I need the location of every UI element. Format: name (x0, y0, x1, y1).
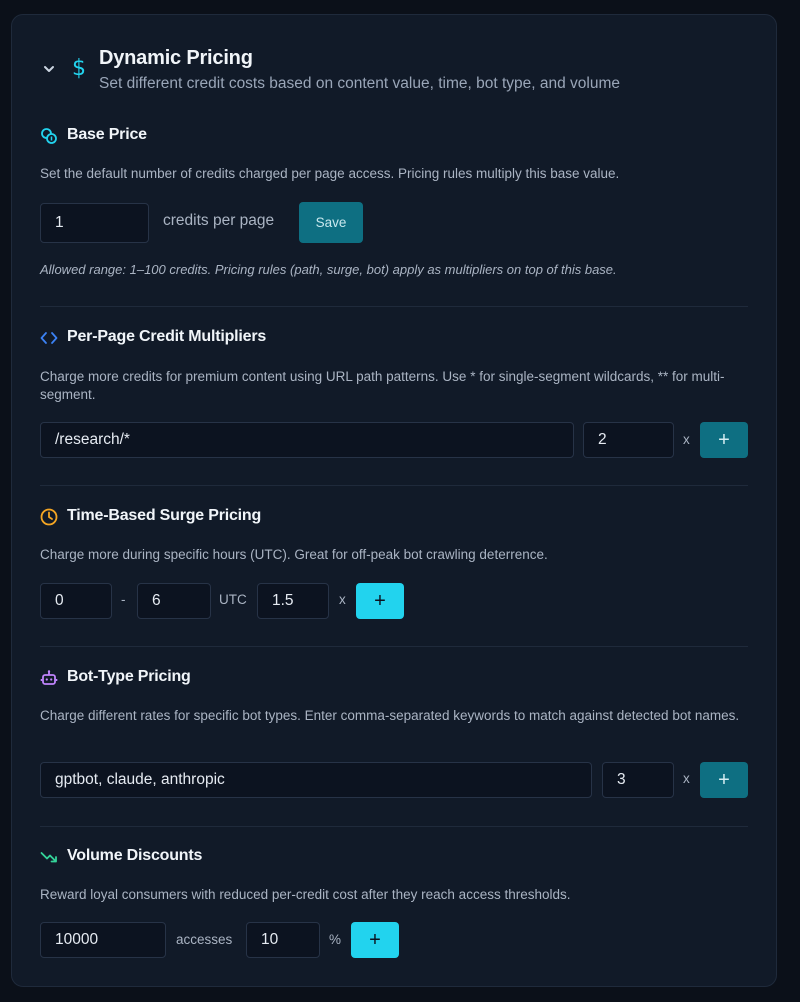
coins-icon (39, 126, 59, 146)
surge-end-hour-input[interactable]: 6 (137, 583, 211, 619)
bot-icon (39, 668, 59, 688)
multiplier-x-label: x (683, 432, 690, 447)
path-multiplier-input[interactable]: 2 (583, 422, 674, 458)
add-surge-rule-button[interactable]: + (356, 583, 404, 619)
section-description-surge: Charge more during specific hours (UTC).… (40, 547, 548, 562)
save-button[interactable]: Save (299, 202, 363, 243)
surge-end-hour-value: 6 (152, 592, 161, 609)
base-price-note: Allowed range: 1–100 credits. Pricing ru… (40, 262, 617, 277)
clock-icon (39, 507, 59, 527)
base-price-value: 1 (55, 214, 64, 231)
surge-multiplier-value: 1.5 (272, 592, 294, 609)
range-dash: - (121, 592, 126, 607)
path-pattern-value: /research/* (55, 431, 130, 448)
dynamic-pricing-card (11, 14, 777, 987)
section-title-base-price: Base Price (67, 126, 147, 143)
accesses-label: accesses (176, 932, 233, 947)
percent-label: % (329, 932, 342, 947)
bot-keywords-input[interactable]: gptbot, claude, anthropic (40, 762, 592, 798)
path-multiplier-value: 2 (598, 431, 607, 448)
path-pattern-input[interactable]: /research/* (40, 422, 574, 458)
section-description-bot-type: Charge different rates for specific bot … (40, 708, 740, 723)
section-description-base-price: Set the default number of credits charge… (40, 166, 620, 181)
bot-keywords-value: gptbot, claude, anthropic (55, 771, 225, 788)
utc-label: UTC (219, 592, 247, 607)
code-icon (39, 328, 59, 348)
divider (40, 826, 748, 827)
surge-start-hour-input[interactable]: 0 (40, 583, 112, 619)
section-title-per-page: Per-Page Credit Multipliers (67, 328, 267, 345)
base-price-input[interactable]: 1 (40, 203, 149, 243)
volume-discount-input[interactable]: 10 (246, 922, 320, 958)
multiplier-x-label: x (339, 592, 346, 607)
divider (40, 646, 748, 647)
credits-per-page-label: credits per page (163, 212, 275, 229)
volume-discount-value: 10 (261, 931, 279, 948)
section-description-volume: Reward loyal consumers with reduced per-… (40, 887, 571, 902)
page-subtitle: Set different credit costs based on cont… (99, 75, 620, 92)
section-title-bot-type: Bot-Type Pricing (67, 668, 191, 685)
section-description-per-page: Charge more credits for premium content … (40, 369, 725, 402)
section-title-volume: Volume Discounts (67, 847, 203, 864)
chevron-down-icon[interactable] (40, 60, 58, 78)
multiplier-x-label: x (683, 771, 690, 786)
page-title: Dynamic Pricing (99, 47, 253, 69)
bot-multiplier-input[interactable]: 3 (602, 762, 674, 798)
bot-multiplier-value: 3 (617, 771, 626, 788)
section-title-surge: Time-Based Surge Pricing (67, 507, 262, 524)
dollar-icon: $ (72, 56, 86, 81)
volume-threshold-input[interactable]: 10000 (40, 922, 166, 958)
surge-start-hour-value: 0 (55, 592, 64, 609)
add-volume-discount-button[interactable]: + (351, 922, 399, 958)
add-path-rule-button[interactable]: + (700, 422, 748, 458)
surge-multiplier-input[interactable]: 1.5 (257, 583, 329, 619)
divider (40, 306, 748, 307)
divider (40, 485, 748, 486)
volume-threshold-value: 10000 (55, 931, 99, 948)
add-bot-rule-button[interactable]: + (700, 762, 748, 798)
trending-down-icon (39, 847, 59, 867)
